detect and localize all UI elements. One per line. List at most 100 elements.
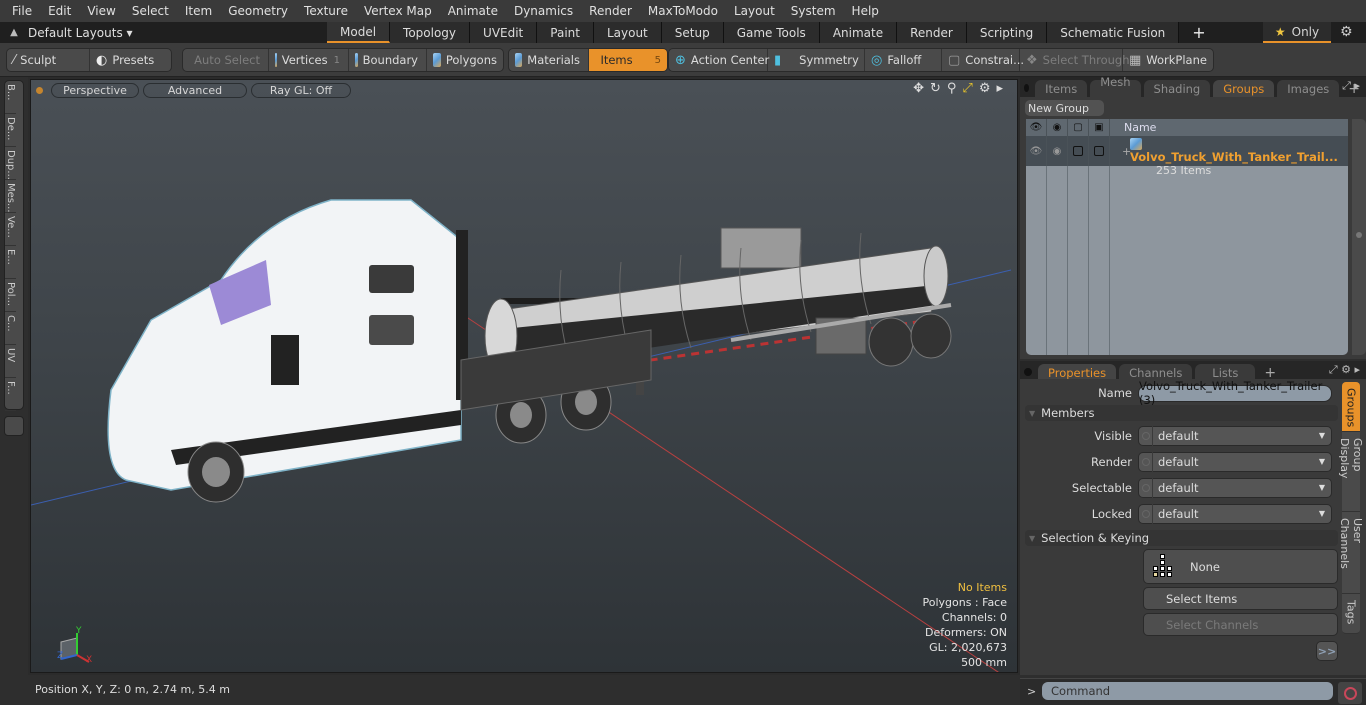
- side-tab-tags[interactable]: Tags: [1342, 594, 1360, 634]
- menu-edit[interactable]: Edit: [40, 4, 79, 18]
- viewport-gear-icon[interactable]: ⚙: [979, 81, 991, 96]
- command-input[interactable]: Command: [1042, 682, 1333, 700]
- side-tab-groups[interactable]: Groups: [1342, 382, 1360, 432]
- groups-scrollbar[interactable]: [1352, 119, 1366, 355]
- select-channels-button[interactable]: Select Channels: [1143, 613, 1338, 636]
- viewport-status-dot[interactable]: [36, 86, 43, 94]
- menu-maxtomodo[interactable]: MaxToModo: [640, 4, 726, 18]
- symmetry-button[interactable]: ▮ Symmetry: [768, 49, 865, 71]
- menu-file[interactable]: File: [4, 4, 40, 18]
- tab-render[interactable]: Render: [897, 22, 967, 43]
- pan-icon[interactable]: ✥: [913, 81, 924, 96]
- left-tab-duplicate[interactable]: Dup...: [5, 147, 16, 180]
- menu-layout[interactable]: Layout: [726, 4, 783, 18]
- add-tab-button[interactable]: +: [1179, 22, 1218, 43]
- tab-scripting[interactable]: Scripting: [966, 22, 1048, 43]
- locked-dropdown[interactable]: default ▼: [1138, 504, 1332, 524]
- tab-model[interactable]: Model: [327, 22, 391, 43]
- workplane-button[interactable]: ▦ WorkPlane: [1123, 49, 1213, 71]
- render-dropdown[interactable]: default ▼: [1138, 452, 1332, 472]
- name-column-header[interactable]: Name: [1110, 119, 1156, 136]
- menu-item[interactable]: Item: [177, 4, 220, 18]
- menu-texture[interactable]: Texture: [296, 4, 356, 18]
- tab-setup[interactable]: Setup: [661, 22, 724, 43]
- tab-shading[interactable]: Shading: [1143, 80, 1211, 97]
- tab-animate[interactable]: Animate: [819, 22, 898, 43]
- menu-help[interactable]: Help: [844, 4, 887, 18]
- name-field[interactable]: Volvo_Truck_With_Tanker_Trailer (3): [1138, 379, 1332, 407]
- sculpt-button[interactable]: ⁄ Sculpt: [7, 49, 90, 71]
- menu-system[interactable]: System: [783, 4, 844, 18]
- menu-vertex-map[interactable]: Vertex Map: [356, 4, 440, 18]
- row-select-toggle[interactable]: [1089, 136, 1110, 166]
- tab-groups[interactable]: Groups: [1213, 80, 1275, 97]
- menu-render[interactable]: Render: [581, 4, 640, 18]
- items-button[interactable]: Items 5: [589, 49, 667, 71]
- left-tab-fusion[interactable]: F...: [5, 378, 16, 411]
- presets-button[interactable]: ◐ Presets: [90, 49, 171, 71]
- menu-dynamics[interactable]: Dynamics: [506, 4, 581, 18]
- vertices-button[interactable]: Vertices 1: [269, 49, 349, 71]
- view-mode-dropdown[interactable]: Perspective: [51, 82, 139, 98]
- record-macro-button[interactable]: [1338, 682, 1362, 704]
- left-tab-curve[interactable]: C...: [5, 312, 16, 345]
- more-button[interactable]: >>: [1316, 641, 1338, 661]
- select-cube-icon[interactable]: ▣: [1089, 119, 1110, 136]
- hierarchy-none-button[interactable]: None: [1143, 549, 1338, 584]
- members-section-header[interactable]: ▼ Members: [1025, 405, 1338, 421]
- lock-cube-icon[interactable]: ▢: [1068, 119, 1089, 136]
- 3d-viewport[interactable]: Y Z X Perspective Advanced Ray GL: Off ✥…: [30, 79, 1018, 673]
- selection-keying-section-header[interactable]: ▼ Selection & Keying: [1025, 530, 1338, 546]
- visible-dropdown[interactable]: default ▼: [1138, 426, 1332, 446]
- group-row[interactable]: 👁 ◉ + Volvo_Truck_With_Tanker_Trail... 2…: [1026, 136, 1348, 177]
- menu-view[interactable]: View: [79, 4, 123, 18]
- auto-select-button[interactable]: Auto Select: [183, 49, 269, 71]
- constraints-button[interactable]: ▢ Constrai...: [942, 49, 1024, 71]
- side-tab-user-channels[interactable]: User Channels: [1338, 512, 1364, 594]
- visibility-eye-icon[interactable]: 👁: [1026, 119, 1047, 136]
- tab-images[interactable]: Images: [1277, 80, 1340, 97]
- tab-mesh[interactable]: Mesh ...: [1090, 75, 1141, 103]
- left-tab-edge[interactable]: E...: [5, 246, 16, 279]
- polygons-button[interactable]: Polygons: [427, 49, 503, 71]
- expand-arrows-icon[interactable]: ⤢ ▸: [1342, 79, 1360, 93]
- tab-paint[interactable]: Paint: [537, 22, 594, 43]
- tab-topology[interactable]: Topology: [390, 22, 471, 43]
- maximize-icon[interactable]: ⤢: [962, 81, 972, 96]
- falloff-button[interactable]: ◎ Falloff: [865, 49, 942, 71]
- tab-game-tools[interactable]: Game Tools: [723, 22, 820, 43]
- left-tab-polygon[interactable]: Pol...: [5, 279, 16, 312]
- panel-settings-icons[interactable]: ⤢ ⚙ ▸: [1329, 363, 1360, 377]
- tab-schematic-fusion[interactable]: Schematic Fusion: [1047, 22, 1180, 43]
- boundary-button[interactable]: Boundary: [349, 49, 427, 71]
- rotate-icon[interactable]: ↻: [930, 81, 941, 96]
- select-items-button[interactable]: Select Items: [1143, 587, 1338, 610]
- menu-select[interactable]: Select: [124, 4, 177, 18]
- collapse-arrow-icon[interactable]: ▲: [0, 27, 28, 38]
- tab-uvedit[interactable]: UVEdit: [470, 22, 538, 43]
- action-center-button[interactable]: ⊕ Action Center: [669, 49, 769, 71]
- left-tab-deform[interactable]: De...: [5, 114, 16, 147]
- left-extra-tab[interactable]: [4, 416, 24, 436]
- tab-items[interactable]: Items: [1035, 80, 1088, 97]
- zoom-icon[interactable]: ⚲: [947, 81, 957, 96]
- new-group-button[interactable]: New Group: [1025, 100, 1104, 116]
- row-lock-toggle[interactable]: [1068, 136, 1089, 166]
- row-visibility-eye-icon[interactable]: 👁: [1026, 136, 1047, 166]
- menu-geometry[interactable]: Geometry: [220, 4, 296, 18]
- selectable-dropdown[interactable]: default ▼: [1138, 478, 1332, 498]
- side-tab-group-display[interactable]: Group Display: [1338, 432, 1364, 512]
- left-tab-vertex[interactable]: Ve...: [5, 213, 16, 246]
- left-tab-basic[interactable]: B...: [5, 81, 16, 114]
- render-camera-icon[interactable]: ◉: [1047, 119, 1068, 136]
- left-tab-mesh-edit[interactable]: Mes...: [5, 180, 16, 213]
- left-tab-uv[interactable]: UV: [5, 345, 16, 378]
- select-through-button[interactable]: ❖ Select Through: [1020, 49, 1130, 71]
- gear-icon[interactable]: ⚙: [1340, 24, 1353, 40]
- raygl-toggle[interactable]: Ray GL: Off: [251, 82, 351, 98]
- viewport-more-arrow-icon[interactable]: ▸: [996, 81, 1003, 96]
- shading-mode-dropdown[interactable]: Advanced: [143, 82, 247, 98]
- default-layouts-dropdown[interactable]: Default Layouts ▾: [28, 26, 328, 40]
- row-render-camera-icon[interactable]: ◉: [1047, 136, 1068, 166]
- tab-layout[interactable]: Layout: [593, 22, 662, 43]
